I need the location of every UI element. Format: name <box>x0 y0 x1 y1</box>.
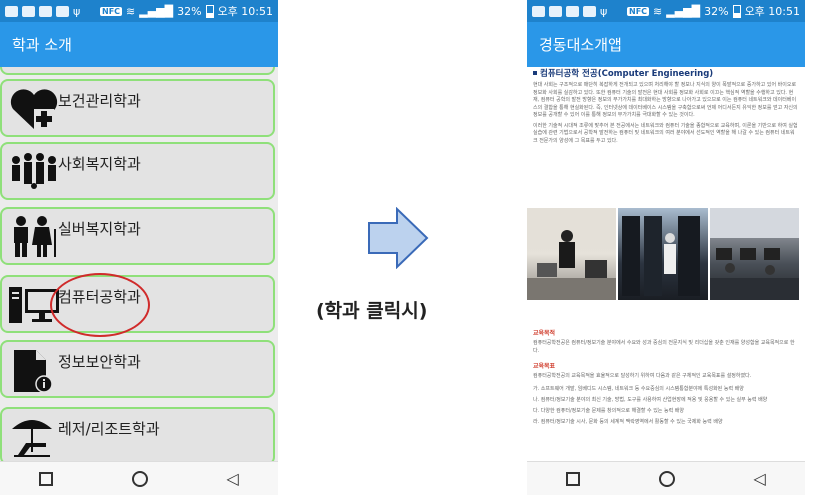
people-group-icon <box>12 153 56 189</box>
clock: 오후 10:51 <box>744 5 800 18</box>
department-card-partial[interactable] <box>0 67 275 75</box>
message-icon <box>5 5 18 17</box>
department-detail-content[interactable]: 컴퓨터공학 전공(Computer Engineering) 현대 사회는 구조… <box>527 67 805 462</box>
battery-percent: 32% <box>177 4 202 18</box>
chat-icon <box>566 5 579 17</box>
app-bar: 경동대소개앱 <box>527 22 805 67</box>
image-icon <box>22 5 35 17</box>
home-button[interactable] <box>131 470 148 487</box>
goal-section-text: 컴퓨터공학전공은 컴퓨터/정보기술 분야에서 수요와 성과 중심의 전문지식 및… <box>533 340 795 354</box>
target-item: 가. 소프트웨어 개발, 임베디드 시스템, 네트워크 등 수요중심의 시스템통… <box>533 385 744 392</box>
right-phone-screen: ψ NFC ≋ ▂▄▆█ 32% 오후 10:51 경동대소개앱 컴퓨터공학 전… <box>527 0 805 495</box>
department-list[interactable]: 보건관리학과 사회복지학과 실버복지학과 컴퓨터공학과 정보보안학과 레저/리조… <box>0 67 278 467</box>
message-icon <box>532 5 545 17</box>
lecture-photo <box>527 208 617 300</box>
intro-paragraph: 현대 사회는 구조적으로 매단히 복잡하게 전개되고 있으며 처리해야 할 정보… <box>533 82 798 118</box>
department-card-health[interactable]: 보건관리학과 <box>0 79 275 137</box>
department-card-social-welfare[interactable]: 사회복지학과 <box>0 142 275 200</box>
photo-strip <box>527 208 799 300</box>
usb-icon: ψ <box>600 4 608 18</box>
battery-icon <box>205 4 214 18</box>
recent-apps-button[interactable] <box>39 471 54 486</box>
status-bar: ψ NFC ≋ ▂▄▆█ 32% 오후 10:51 <box>0 0 278 22</box>
chat-icon <box>39 5 52 17</box>
department-card-silver-welfare[interactable]: 실버복지학과 <box>0 207 275 265</box>
app-bar-title: 학과 소개 <box>12 36 72 54</box>
department-card-info-security[interactable]: 정보보안학과 <box>0 340 275 398</box>
app-bar-title: 경동대소개앱 <box>539 36 622 54</box>
target-section-intro: 컴퓨터공학전공의 교육목적을 효율적으로 달성하기 위하여 다음과 같은 구체적… <box>533 373 752 379</box>
wifi-icon: ≋ <box>653 4 663 18</box>
document-info-icon <box>14 350 53 392</box>
doc-title: 컴퓨터공학 전공(Computer Engineering) <box>533 67 799 79</box>
usb-icon: ψ <box>73 4 81 18</box>
goal-section-title: 교육목적 <box>533 330 556 337</box>
beach-umbrella-icon <box>12 420 52 457</box>
computer-lab-photo <box>709 208 799 300</box>
battery-icon <box>732 4 741 18</box>
back-button[interactable]: ◁ <box>226 469 238 488</box>
back-button[interactable]: ◁ <box>753 469 765 488</box>
image-icon <box>549 5 562 17</box>
signal-icon: ▂▄▆█ <box>139 4 174 18</box>
left-phone-screen: ψ NFC ≋ ▂▄▆█ 32% 오후 10:51 학과 소개 보건관리학과 사… <box>0 0 278 495</box>
home-button[interactable] <box>658 470 675 487</box>
shield-icon <box>56 5 69 17</box>
app-bar: 학과 소개 <box>0 22 278 67</box>
nfc-icon: NFC <box>627 6 650 16</box>
target-item: 라. 컴퓨터/정보기술 시사, 문화 등의 세계적 맥락영역에서 활동할 수 있… <box>533 418 723 425</box>
highlight-circle <box>50 273 150 337</box>
intro-paragraph-2: 이러한 기술적 시대적 조류에 맞추어 본 전공에서는 네트워크와 컴퓨터 기술… <box>533 122 798 144</box>
clock: 오후 10:51 <box>217 5 273 18</box>
education-sections: 교육목적 컴퓨터공학전공은 컴퓨터/정보기술 분야에서 수요와 성과 중심의 전… <box>533 322 799 425</box>
nfc-icon: NFC <box>100 6 123 16</box>
navigation-bar: ◁ <box>0 461 278 495</box>
department-card-leisure-resort[interactable]: 레저/리조트학과 <box>0 407 275 465</box>
target-item: 나. 컴퓨터/정보기술 분야의 최신 기술, 방법, 도구를 사용하여 산업현장… <box>533 396 768 403</box>
caption-text: (학과 클릭시) <box>316 300 428 322</box>
right-arrow-icon <box>368 207 429 269</box>
navigation-bar: ◁ <box>527 461 805 495</box>
server-room-photo <box>618 208 708 300</box>
signal-icon: ▂▄▆█ <box>666 4 701 18</box>
status-bar: ψ NFC ≋ ▂▄▆█ 32% 오후 10:51 <box>527 0 805 22</box>
target-section-title: 교육목표 <box>533 363 556 370</box>
target-item: 다. 다양한 컴퓨터/정보기술 문제를 창의적으로 해결할 수 있는 능력 배양 <box>533 407 684 414</box>
shield-icon <box>583 5 596 17</box>
elderly-couple-icon <box>14 216 56 257</box>
recent-apps-button[interactable] <box>566 471 581 486</box>
bullet-icon <box>533 71 537 75</box>
battery-percent: 32% <box>704 4 729 18</box>
heart-plus-icon <box>10 89 58 129</box>
wifi-icon: ≋ <box>126 4 136 18</box>
